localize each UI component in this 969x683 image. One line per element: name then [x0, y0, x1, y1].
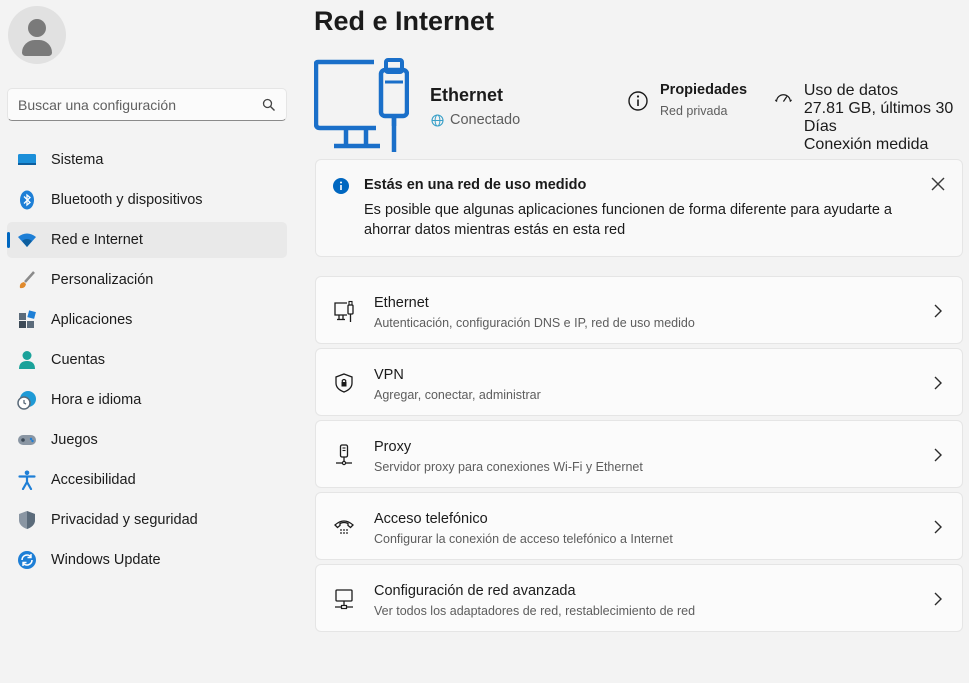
bluetooth-icon [17, 190, 37, 210]
apps-icon [17, 310, 37, 330]
avatar-head-shape [28, 19, 46, 37]
card-proxy[interactable]: Proxy Servidor proxy para conexiones Wi-… [315, 420, 963, 488]
search-input[interactable]: Buscar una configuración [7, 88, 287, 121]
sidebar: Buscar una configuración Sistema Bluetoo… [0, 0, 300, 683]
chevron-right-icon [934, 592, 942, 606]
chevron-right-icon [934, 376, 942, 390]
sidebar-item-label: Aplicaciones [51, 312, 133, 328]
dialup-icon [334, 520, 354, 534]
metered-network-banner: Estás en una red de uso medido Es posibl… [315, 159, 963, 257]
person-icon [17, 350, 37, 370]
sidebar-item-privacidad[interactable]: Privacidad y seguridad [7, 502, 287, 538]
clock-globe-icon [17, 390, 37, 410]
sidebar-item-label: Sistema [51, 152, 104, 168]
sidebar-item-cuentas[interactable]: Cuentas [7, 342, 287, 378]
card-title: VPN [374, 367, 404, 383]
properties-value: Red privada [660, 104, 728, 118]
card-subtitle: Ver todos los adaptadores de red, restab… [374, 604, 696, 618]
accessibility-icon [17, 470, 37, 490]
sidebar-item-sistema[interactable]: Sistema [7, 142, 287, 178]
card-acceso-telefonico[interactable]: Acceso telefónico Configurar la conexión… [315, 492, 963, 560]
card-title: Configuración de red avanzada [374, 583, 576, 599]
connection-status-text: Conectado [450, 112, 521, 128]
settings-cards: Ethernet Autenticación, configuración DN… [315, 276, 963, 636]
settings-window: Buscar una configuración Sistema Bluetoo… [0, 0, 969, 683]
sidebar-item-personalizacion[interactable]: Personalización [7, 262, 287, 298]
sidebar-item-label: Red e Internet [51, 232, 143, 248]
card-subtitle: Agregar, conectar, administrar [374, 388, 541, 402]
sidebar-nav: Sistema Bluetooth y dispositivos Red e I… [7, 142, 287, 582]
shield-icon [17, 510, 37, 530]
sidebar-item-label: Accesibilidad [51, 472, 136, 488]
sidebar-item-aplicaciones[interactable]: Aplicaciones [7, 302, 287, 338]
sidebar-item-hora-idioma[interactable]: Hora e idioma [7, 382, 287, 418]
sidebar-item-label: Windows Update [51, 552, 161, 568]
sidebar-item-label: Privacidad y seguridad [51, 512, 198, 528]
data-usage-link[interactable]: Uso de datos 27.81 GB, últimos 30 Días C… [774, 82, 964, 154]
properties-link[interactable]: Propiedades Red privada [627, 82, 747, 120]
card-title: Acceso telefónico [374, 511, 488, 527]
gamepad-icon [17, 430, 37, 450]
sidebar-item-label: Personalización [51, 272, 154, 288]
card-subtitle: Autenticación, configuración DNS e IP, r… [374, 316, 695, 330]
card-subtitle: Configurar la conexión de acceso telefón… [374, 532, 673, 546]
wifi-icon [17, 230, 37, 250]
page-title: Red e Internet [314, 6, 495, 36]
data-usage-title: Uso de datos [803, 82, 899, 99]
search-placeholder: Buscar una configuración [18, 96, 176, 113]
ethernet-icon [334, 300, 354, 322]
proxy-icon [336, 444, 352, 466]
banner-title: Estás en una red de uso medido [364, 177, 587, 193]
vpn-shield-icon [335, 373, 353, 393]
data-usage-metered: Conexión medida [803, 136, 929, 153]
card-subtitle: Servidor proxy para conexiones Wi-Fi y E… [374, 460, 643, 474]
properties-title: Propiedades [660, 82, 748, 98]
sidebar-item-label: Cuentas [51, 352, 106, 368]
update-icon [17, 550, 37, 570]
monitor-icon [17, 150, 37, 170]
chevron-right-icon [934, 448, 942, 462]
avatar[interactable] [8, 6, 66, 64]
connection-status: Conectado [431, 112, 520, 128]
sidebar-item-label: Juegos [51, 432, 98, 448]
brush-icon [17, 270, 37, 290]
chevron-right-icon [934, 520, 942, 534]
info-icon [628, 91, 648, 111]
card-ethernet[interactable]: Ethernet Autenticación, configuración DN… [315, 276, 963, 344]
sidebar-item-bluetooth[interactable]: Bluetooth y dispositivos [7, 182, 287, 218]
connection-name: Ethernet [430, 85, 504, 105]
banner-body: Es posible que algunas aplicaciones func… [364, 202, 892, 238]
sidebar-item-accesibilidad[interactable]: Accesibilidad [7, 462, 287, 498]
card-red-avanzada[interactable]: Configuración de red avanzada Ver todos … [315, 564, 963, 632]
sidebar-item-label: Hora e idioma [51, 392, 142, 408]
ethernet-hero-icon [314, 58, 409, 152]
advanced-network-icon [335, 589, 353, 610]
data-usage-gauge-icon [774, 94, 792, 102]
info-filled-icon [333, 178, 349, 194]
globe-icon [431, 113, 444, 127]
sidebar-item-juegos[interactable]: Juegos [7, 422, 287, 458]
card-vpn[interactable]: VPN Agregar, conectar, administrar [315, 348, 963, 416]
sidebar-item-red-internet[interactable]: Red e Internet [7, 222, 287, 258]
avatar-body-shape [22, 40, 52, 56]
chevron-right-icon [934, 304, 942, 318]
sidebar-item-label: Bluetooth y dispositivos [51, 192, 203, 208]
data-usage-amount: 27.81 GB, últimos 30 Días [803, 100, 954, 135]
card-title: Proxy [374, 439, 412, 455]
card-title: Ethernet [374, 295, 429, 311]
close-icon[interactable] [930, 176, 946, 192]
sidebar-item-windows-update[interactable]: Windows Update [7, 542, 287, 578]
search-icon [262, 98, 275, 111]
